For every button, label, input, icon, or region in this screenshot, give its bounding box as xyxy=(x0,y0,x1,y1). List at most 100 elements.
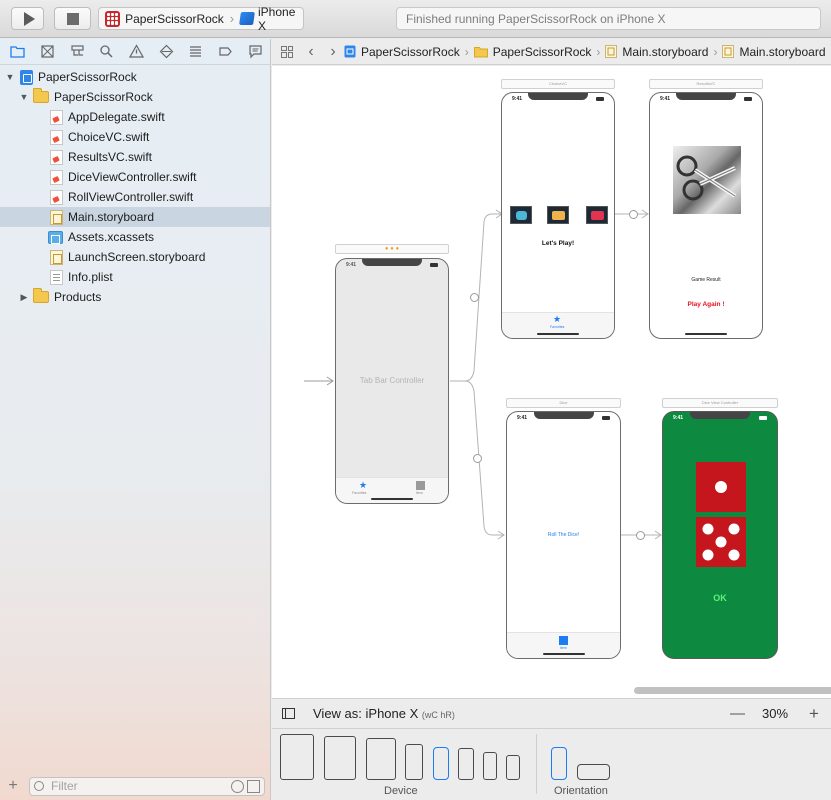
breadcrumb-file[interactable]: Main.storyboard › xyxy=(605,45,722,59)
stop-button[interactable] xyxy=(54,7,91,30)
document-outline-toggle-icon[interactable] xyxy=(282,708,295,719)
swift-file-icon xyxy=(50,149,63,165)
forward-arrow-icon[interactable]: › xyxy=(322,43,344,61)
status-time: 9:41 xyxy=(660,96,671,102)
dice-scene[interactable]: 9:41 Roll The Dice! Item xyxy=(506,411,621,659)
ok-button[interactable]: OK xyxy=(663,593,777,603)
tab-find-navigator[interactable] xyxy=(92,41,122,63)
tab-project-navigator[interactable] xyxy=(3,41,33,63)
show-segue-icon[interactable] xyxy=(636,531,645,540)
breadcrumb-label: PaperScissorRock xyxy=(492,44,592,59)
tab-issue-navigator[interactable] xyxy=(122,41,152,63)
canvas-horizontal-scrollbar[interactable] xyxy=(634,687,831,694)
ipad-pro-10-device-icon[interactable] xyxy=(324,736,356,780)
scissor-hand-icon[interactable] xyxy=(586,206,608,224)
tree-row-group[interactable]: ▼ PaperScissorRock xyxy=(0,87,270,107)
related-items-icon[interactable] xyxy=(281,45,293,58)
roll-view-controller-scene[interactable]: 9:41 OK xyxy=(662,411,778,659)
tree-row-file[interactable]: RollViewController.swift xyxy=(0,187,270,207)
tree-row-file[interactable]: Assets.xcassets xyxy=(0,227,270,247)
paper-hand-icon[interactable] xyxy=(547,206,569,224)
battery-icon xyxy=(744,97,752,101)
recent-files-icon[interactable] xyxy=(231,779,244,793)
breadcrumb-file-base[interactable]: Main.storyboard xyxy=(722,45,826,59)
device-notch xyxy=(533,412,594,419)
status-time: 9:41 xyxy=(673,415,684,421)
tree-row-label: PaperScissorRock xyxy=(54,90,153,104)
disclosure-closed-icon[interactable]: ▶ xyxy=(19,292,29,303)
tree-row-file[interactable]: AppDelegate.swift xyxy=(0,107,270,127)
device-notch xyxy=(528,93,588,100)
relationship-segue-icon[interactable] xyxy=(473,454,482,463)
status-time: 9:41 xyxy=(512,96,523,102)
report-icon xyxy=(249,45,262,59)
tree-row-project[interactable]: ▼ PaperScissorRock xyxy=(0,67,270,87)
tab-symbol-navigator[interactable] xyxy=(62,41,92,63)
zoom-in-button[interactable]: + xyxy=(809,704,819,724)
storyboard-canvas[interactable]: ● ● ● 9:41 Tab Bar Controller ★ Favorite… xyxy=(272,66,831,698)
choicevc-scene[interactable]: 9:41 Let's Play! ★ Favorites xyxy=(501,92,615,339)
iphone-se-device-icon[interactable] xyxy=(483,752,497,780)
disclosure-open-icon[interactable]: ▼ xyxy=(19,92,29,102)
tab-breakpoint-navigator[interactable] xyxy=(211,41,241,63)
add-file-button[interactable]: + xyxy=(0,777,26,795)
breadcrumb-group[interactable]: PaperScissorRock › xyxy=(473,44,606,59)
source-control-filter-icon[interactable] xyxy=(247,779,260,793)
tree-row-file[interactable]: Info.plist xyxy=(0,267,270,287)
ipad-pro-12-device-icon[interactable] xyxy=(280,734,314,780)
view-as-label[interactable]: View as: iPhone X (wC hR) xyxy=(313,706,455,721)
chevron-right-icon: › xyxy=(229,11,235,26)
swift-file-icon xyxy=(50,109,63,125)
tab-report-navigator[interactable] xyxy=(240,41,270,63)
tree-row-group[interactable]: ▶ Products xyxy=(0,287,270,307)
tab-source-control[interactable] xyxy=(33,41,63,63)
filter-field[interactable]: Filter xyxy=(29,776,265,796)
run-button[interactable] xyxy=(11,7,44,30)
navigator-tab-bar xyxy=(0,39,270,65)
tree-row-file[interactable]: ResultsVC.swift xyxy=(0,147,270,167)
device-notch xyxy=(676,93,736,100)
breadcrumb-project[interactable]: PaperScissorRock › xyxy=(344,45,474,59)
tree-row-file[interactable]: ChoiceVC.swift xyxy=(0,127,270,147)
tab-bar-controller-scene[interactable]: 9:41 Tab Bar Controller ★ Favorites Item xyxy=(335,258,449,504)
iphone-8-device-icon[interactable] xyxy=(458,748,474,780)
scene-dock-resultsvc[interactable]: ResultsVC xyxy=(649,79,763,89)
scene-dock[interactable]: ● ● ● xyxy=(335,244,449,254)
tree-row-label: DiceViewController.swift xyxy=(68,170,197,184)
tab-test-navigator[interactable] xyxy=(151,41,181,63)
tree-row-file-selected[interactable]: Main.storyboard xyxy=(0,207,270,227)
scheme-selector[interactable]: PaperScissorRock › iPhone X xyxy=(98,4,304,33)
play-again-button[interactable]: Play Again ! xyxy=(650,301,762,308)
resultsvc-scene[interactable]: 9:41 Game Result Play Again ! xyxy=(649,92,763,339)
tab-debug-navigator[interactable] xyxy=(181,41,211,63)
roll-the-dice-button[interactable]: Roll The Dice! xyxy=(507,532,620,538)
destination-name: iPhone X xyxy=(258,4,296,33)
landscape-orientation-icon[interactable] xyxy=(577,764,610,780)
iphone-x-device-icon[interactable] xyxy=(433,747,449,780)
iphone-plus-device-icon[interactable] xyxy=(405,744,423,780)
tree-row-label: Products xyxy=(54,290,102,304)
rock-hand-icon[interactable] xyxy=(510,206,532,224)
scene-dock-roll[interactable]: Dice View Controller xyxy=(662,398,778,408)
tree-row-label: RollViewController.swift xyxy=(68,190,194,204)
folder-icon xyxy=(33,88,49,103)
battery-icon xyxy=(596,97,604,101)
window-toolbar: PaperScissorRock › iPhone X Finished run… xyxy=(0,0,831,38)
zoom-level[interactable]: 30% xyxy=(762,706,788,721)
ipad-device-icon[interactable] xyxy=(366,738,396,780)
scene-dock-choicevc[interactable]: ChoiceVC xyxy=(501,79,615,89)
iphone-4s-device-icon[interactable] xyxy=(506,755,520,780)
disclosure-open-icon[interactable]: ▼ xyxy=(5,72,15,82)
storyboard-file-icon xyxy=(722,45,735,58)
back-arrow-icon[interactable]: ‹ xyxy=(300,43,322,61)
portrait-orientation-icon[interactable] xyxy=(551,747,567,780)
show-segue-icon[interactable] xyxy=(629,210,638,219)
relationship-segue-icon[interactable] xyxy=(470,293,479,302)
item-square-icon xyxy=(559,636,568,645)
tree-row-file[interactable]: DiceViewController.swift xyxy=(0,167,270,187)
scene-dock-dice[interactable]: Dice xyxy=(506,398,621,408)
zoom-out-button[interactable]: — xyxy=(730,705,745,722)
tab-item-label: Item xyxy=(416,491,423,495)
breadcrumb-label: Main.storyboard xyxy=(622,44,709,59)
tree-row-file[interactable]: LaunchScreen.storyboard xyxy=(0,247,270,267)
